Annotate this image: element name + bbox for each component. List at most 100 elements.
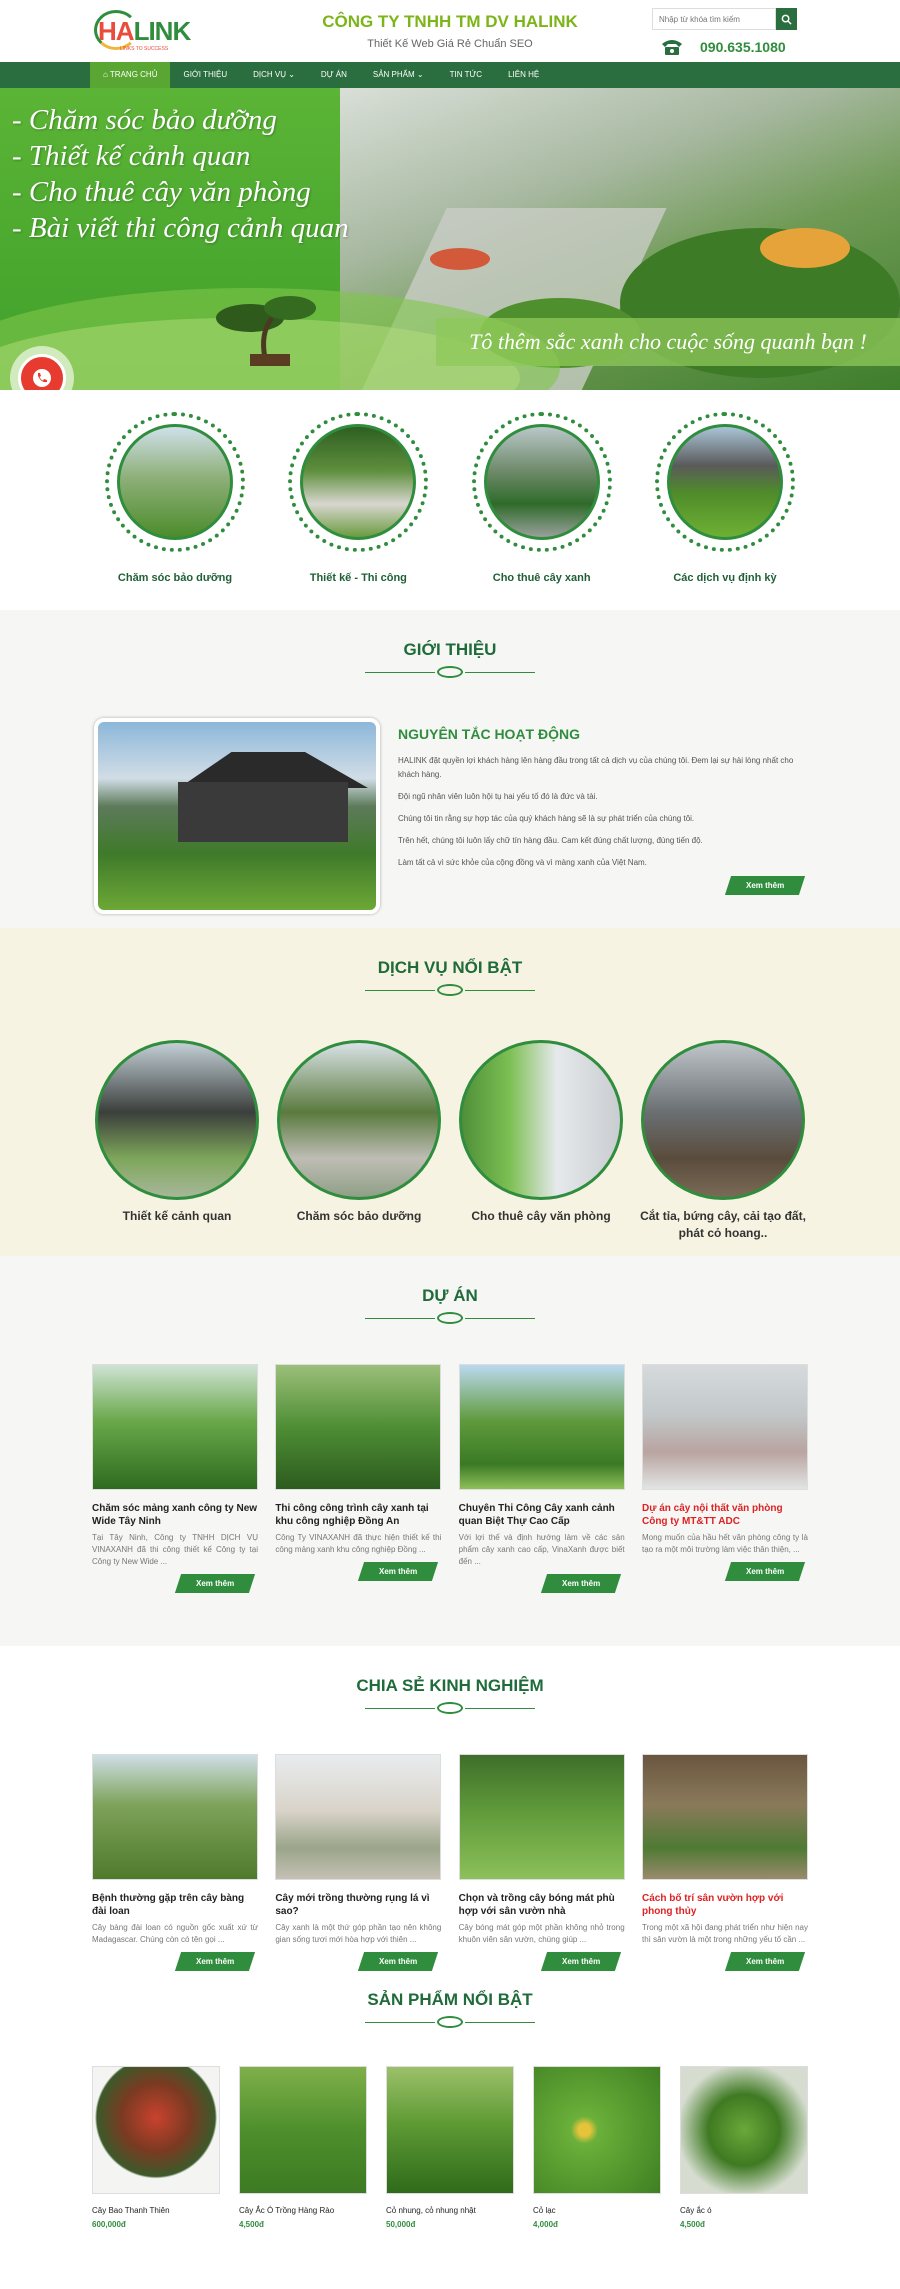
search-box bbox=[652, 8, 797, 30]
article-title[interactable]: Bệnh thường gặp trên cây bàng đài loan bbox=[92, 1892, 258, 1918]
product-image bbox=[386, 2066, 514, 2194]
intro-image bbox=[94, 718, 380, 914]
product-card[interactable]: Cỏ nhung, cỏ nhung nhật 50,000đ bbox=[386, 2066, 514, 2229]
featured-item[interactable]: Cho thuê cây văn phòng bbox=[456, 1040, 626, 1242]
project-desc: Tại Tây Ninh, Công ty TNHH DỊCH VỤ VINAX… bbox=[92, 1533, 258, 1566]
intro-paragraph: Đội ngũ nhân viên luôn hội tụ hai yếu tố… bbox=[398, 792, 598, 801]
nav-projects[interactable]: DỰ ÁN bbox=[308, 62, 360, 88]
title-ornament bbox=[365, 1312, 535, 1326]
service-image bbox=[666, 424, 783, 540]
project-more-button[interactable]: Xem thêm bbox=[358, 1562, 439, 1581]
article-card[interactable]: Cây mới trồng thường rụng lá vì sao? Cây… bbox=[275, 1754, 442, 1971]
hero-flowers bbox=[430, 248, 490, 270]
featured-label: Thiết kế cảnh quan bbox=[122, 1209, 232, 1223]
product-card[interactable]: Cây ắc ó 4,500đ bbox=[680, 2066, 808, 2229]
project-title[interactable]: Thi công công trình cây xanh tại khu côn… bbox=[275, 1502, 441, 1528]
intro-paragraph: Làm tất cả vì sức khỏe của cộng đồng và … bbox=[398, 858, 647, 867]
article-image bbox=[641, 1754, 808, 1880]
more-label: Xem thêm bbox=[745, 1567, 784, 1576]
featured-item[interactable]: Chăm sóc bảo dưỡng bbox=[274, 1040, 444, 1242]
nav-about[interactable]: GIỚI THIỆU bbox=[170, 62, 240, 88]
service-item[interactable]: Các dịch vụ định kỳ bbox=[645, 412, 805, 584]
article-desc: Cây bóng mát góp một phần không nhỏ tron… bbox=[458, 1923, 625, 1944]
service-label: Thiết kế - Thi công bbox=[309, 572, 407, 584]
product-card[interactable]: Cỏ lạc 4,000đ bbox=[533, 2066, 661, 2229]
article-desc: Cây xanh là một thứ góp phần tạo nên khô… bbox=[275, 1923, 442, 1944]
more-label: Xem thêm bbox=[562, 1579, 601, 1588]
title-ornament bbox=[365, 666, 535, 680]
hero-line: - Thiết kế cảnh quan bbox=[12, 140, 251, 172]
project-more-button[interactable]: Xem thêm bbox=[541, 1574, 622, 1593]
product-name[interactable]: Cỏ lạc bbox=[533, 2206, 661, 2215]
article-title[interactable]: Chọn và trồng cây bóng mát phù hợp với s… bbox=[459, 1892, 625, 1918]
main-nav: ⌂ TRANG CHỦ GIỚI THIỆU DỊCH VỤ ⌄ DỰ ÁN S… bbox=[0, 62, 900, 88]
section-title: CHIA SẺ KINH NGHIỆM bbox=[356, 1676, 544, 1695]
product-name[interactable]: Cây Ắc Ó Trồng Hàng Rào bbox=[239, 2206, 367, 2215]
nav-home[interactable]: ⌂ TRANG CHỦ bbox=[90, 62, 171, 88]
section-title: DỊCH VỤ NỔI BẬT bbox=[377, 958, 523, 977]
product-name[interactable]: Cây Bao Thanh Thiên bbox=[92, 2206, 220, 2215]
service-item[interactable]: Thiết kế - Thi công bbox=[278, 412, 438, 584]
title-ornament bbox=[365, 984, 535, 998]
intro-more-button[interactable]: Xem thêm bbox=[724, 876, 806, 895]
product-price: 4,500đ bbox=[680, 2220, 705, 2229]
product-card[interactable]: Cây Ắc Ó Trồng Hàng Rào 4,500đ bbox=[239, 2066, 367, 2229]
article-title[interactable]: Cây mới trồng thường rụng lá vì sao? bbox=[275, 1892, 441, 1918]
article-card[interactable]: Chọn và trồng cây bóng mát phù hợp với s… bbox=[458, 1754, 625, 1971]
article-desc: Cây bàng đài loan có nguồn gốc xuất xứ t… bbox=[92, 1923, 258, 1944]
project-card[interactable]: Thi công công trình cây xanh tại khu côn… bbox=[275, 1364, 442, 1593]
phone-number: 090.635.1080 bbox=[700, 39, 786, 55]
more-label: Xem thêm bbox=[195, 1579, 234, 1588]
nav-contact[interactable]: LIÊN HỆ bbox=[495, 62, 552, 88]
title-ornament bbox=[365, 1702, 535, 1716]
product-name[interactable]: Cỏ nhung, cỏ nhung nhật bbox=[386, 2206, 514, 2215]
featured-image bbox=[641, 1040, 805, 1200]
product-name[interactable]: Cây ắc ó bbox=[680, 2206, 808, 2215]
product-price: 50,000đ bbox=[386, 2220, 416, 2229]
project-more-button[interactable]: Xem thêm bbox=[174, 1574, 256, 1593]
hero-service-lines: - Chăm sóc bảo dưỡng - Thiết kế cảnh qua… bbox=[12, 102, 349, 246]
product-image bbox=[533, 2066, 661, 2194]
services-row: Chăm sóc bảo dưỡng Thiết kế - Thi công C… bbox=[95, 412, 805, 610]
hotline[interactable]: 090.635.1080 bbox=[660, 38, 786, 56]
service-item[interactable]: Chăm sóc bảo dưỡng bbox=[95, 412, 255, 584]
article-more-button[interactable]: Xem thêm bbox=[724, 1952, 806, 1971]
article-more-button[interactable]: Xem thêm bbox=[358, 1952, 439, 1971]
project-card[interactable]: Chăm sóc mảng xanh công ty New Wide Tây … bbox=[92, 1364, 258, 1593]
search-input[interactable] bbox=[652, 8, 776, 30]
project-card[interactable]: Dự án cây nội thất văn phòng Công ty MT&… bbox=[641, 1364, 808, 1593]
nav-news[interactable]: TIN TỨC bbox=[437, 62, 495, 88]
nav-services[interactable]: DỊCH VỤ ⌄ bbox=[240, 62, 308, 88]
project-image bbox=[275, 1364, 442, 1490]
featured-image bbox=[277, 1040, 441, 1200]
featured-item[interactable]: Thiết kế cảnh quan bbox=[92, 1040, 262, 1242]
project-title[interactable]: Chuyên Thi Công Cây xanh cảnh quan Biệt … bbox=[459, 1502, 625, 1528]
experience-section: CHIA SẺ KINH NGHIỆM Bệnh thường gặp trên… bbox=[0, 1646, 900, 1990]
hero-slogan: Tô thêm sắc xanh cho cuộc sống quanh bạn… bbox=[436, 318, 900, 366]
article-card[interactable]: Cách bố trí sân vườn hợp với phong thủy … bbox=[641, 1754, 808, 1971]
service-frame bbox=[471, 412, 612, 552]
nav-products[interactable]: SẢN PHẨM ⌄ bbox=[360, 62, 437, 88]
more-label: Xem thêm bbox=[379, 1957, 418, 1966]
article-more-button[interactable]: Xem thêm bbox=[541, 1952, 622, 1971]
hero-line: - Cho thuê cây văn phòng bbox=[12, 176, 311, 208]
featured-label: Chăm sóc bảo dưỡng bbox=[296, 1209, 422, 1223]
article-title[interactable]: Cách bố trí sân vườn hợp với phong thủy bbox=[642, 1892, 808, 1918]
product-card[interactable]: Cây Bao Thanh Thiên 600,000đ bbox=[92, 2066, 220, 2229]
article-card[interactable]: Bệnh thường gặp trên cây bàng đài loan C… bbox=[92, 1754, 258, 1971]
featured-item[interactable]: Cắt tỉa, bứng cây, cải tạo đất, phát cỏ … bbox=[638, 1040, 808, 1242]
project-more-button[interactable]: Xem thêm bbox=[724, 1562, 806, 1581]
search-button[interactable] bbox=[776, 8, 797, 30]
article-image bbox=[92, 1754, 258, 1880]
project-title[interactable]: Dự án cây nội thất văn phòng Công ty MT&… bbox=[642, 1502, 808, 1528]
service-item[interactable]: Cho thuê cây xanh bbox=[462, 412, 622, 584]
site-logo[interactable]: HALINK LINKS TO SUCCESS bbox=[92, 8, 192, 54]
service-image bbox=[117, 424, 233, 540]
article-image bbox=[275, 1754, 442, 1880]
project-card[interactable]: Chuyên Thi Công Cây xanh cảnh quan Biệt … bbox=[458, 1364, 625, 1593]
project-title[interactable]: Chăm sóc mảng xanh công ty New Wide Tây … bbox=[92, 1502, 258, 1528]
article-more-button[interactable]: Xem thêm bbox=[174, 1952, 256, 1971]
site-header: HALINK LINKS TO SUCCESS CÔNG TY TNHH TM … bbox=[0, 0, 900, 62]
featured-services-section: DỊCH VỤ NỔI BẬT Thiết kế cảnh quan Chăm … bbox=[0, 928, 900, 1256]
bonsai-illustration bbox=[216, 296, 316, 366]
